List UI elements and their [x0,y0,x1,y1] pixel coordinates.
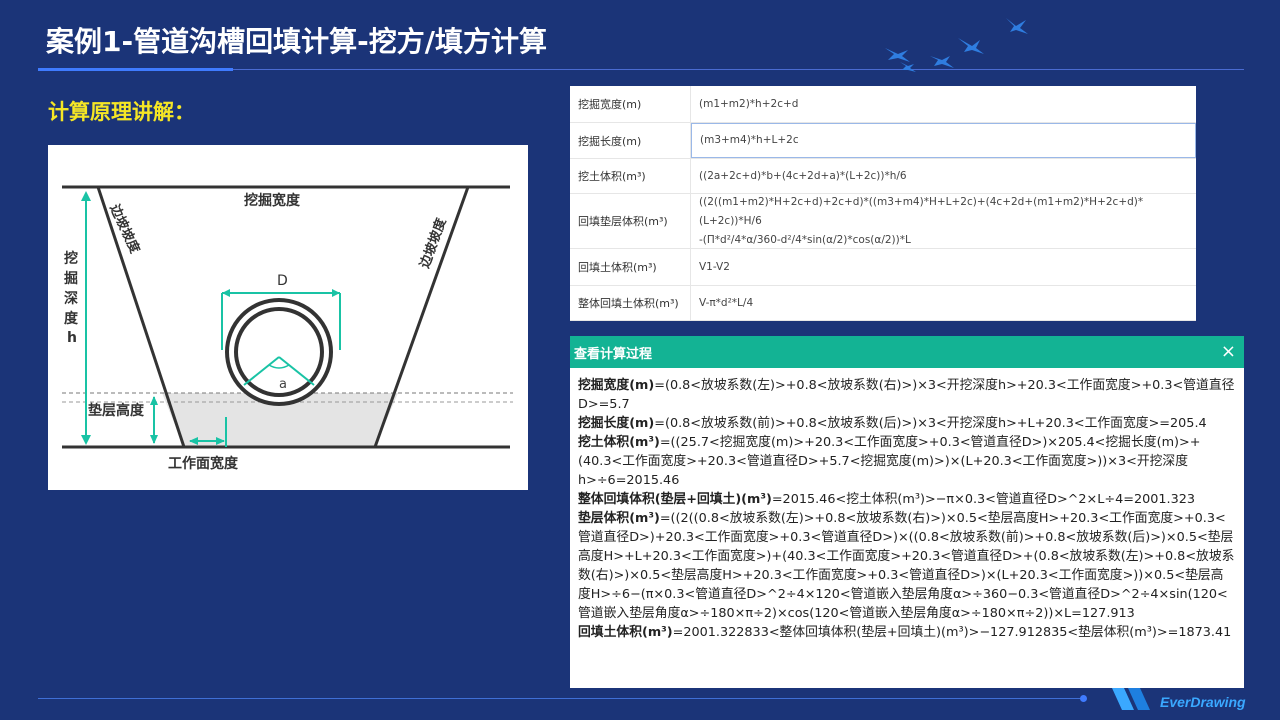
label-bedding-height: 垫层高度 [88,402,145,419]
formula-input[interactable]: ((2a+2c+d)*b+(4c+2d+a)*(L+2c))*h/6 [691,159,1196,193]
table-row: 挖掘宽度(m) (m1+m2)*h+2c+d [570,86,1196,123]
formula-input[interactable]: V-π*d²*L/4 [691,286,1196,320]
calc-entry: 挖土体积(m³)=((25.7<挖掘宽度(m)>+20.3<工作面宽度>+0.3… [578,433,1236,490]
formula-text: V-π*d²*L/4 [699,296,754,309]
calc-entry-name: 挖掘宽度(m) [578,378,655,393]
calc-entry-expr: =(0.8<放坡系数(前)>+0.8<放坡系数(后)>)×3<开挖深度h>+L+… [654,416,1207,431]
table-row: 回填土体积(m³) V1-V2 [570,249,1196,286]
row-label: 挖土体积(m³) [570,159,691,193]
row-label: 回填土体积(m³) [570,249,691,285]
label-pipe-diameter: D [277,273,288,289]
calc-entry-name: 垫层体积(m³) [578,511,660,526]
row-label: 挖掘宽度(m) [570,86,691,122]
calc-entry-expr: =2001.322833<整体回填体积(垫层+回填土)(m³)>−127.912… [672,625,1232,640]
company-logo-text: EverDrawing [1160,694,1246,710]
calc-entry: 整体回填体积(垫层+回填土)(m³)=2015.46<挖土体积(m³)>−π×0… [578,490,1236,509]
birds-decoration-icon [885,18,1028,72]
label-work-width: 工作面宽度 [168,455,239,472]
trench-diagram: 挖掘宽度 边坡坡度 边坡坡度 挖 掘 深 度 h D a 垫层高度 工作面宽度 [48,145,528,490]
calculation-process-dialog: 查看计算过程 × 挖掘宽度(m)=(0.8<放坡系数(左)>+0.8<放坡系数(… [570,336,1244,688]
formula-input[interactable]: (m3+m4)*h+L+2c [691,123,1196,158]
dialog-header: 查看计算过程 × [570,336,1244,368]
calc-entry-expr: =(0.8<放坡系数(左)>+0.8<放坡系数(右)>)×3<开挖深度h>+20… [578,378,1235,412]
calc-entry-expr: =2015.46<挖土体积(m³)>−π×0.3<管道直径D>^2×L÷4=20… [771,492,1196,507]
calc-entry: 挖掘宽度(m)=(0.8<放坡系数(左)>+0.8<放坡系数(右)>)×3<开挖… [578,376,1236,414]
row-label: 整体回填土体积(m³) [570,286,691,320]
calc-entry-name: 整体回填体积(垫层+回填土)(m³) [578,492,772,507]
table-row: 挖土体积(m³) ((2a+2c+d)*b+(4c+2d+a)*(L+2c))*… [570,159,1196,194]
label-depth-1: 挖 [64,250,78,267]
dialog-body: 挖掘宽度(m)=(0.8<放坡系数(左)>+0.8<放坡系数(右)>)×3<开挖… [570,368,1244,642]
formula-input[interactable]: (m1+m2)*h+2c+d [691,86,1196,122]
label-depth-3: 深 [64,290,78,307]
table-row: 整体回填土体积(m³) V-π*d²*L/4 [570,286,1196,321]
calc-entry-name: 回填土体积(m³) [578,625,673,640]
footer-divider [38,698,1084,699]
label-depth-4: 度 [64,310,79,327]
formula-text: ((2((m1+m2)*H+2c+d)+2c+d)*((m3+m4)*H+L+2… [699,195,1144,227]
company-logo-icon [1112,688,1150,710]
formula-text: -(Π*d²/4*α/360-d²/4*sin(α/2)*cos(α/2))*L [699,233,911,246]
label-depth-2: 掘 [64,270,78,287]
formula-text: (m1+m2)*h+2c+d [699,97,799,110]
calc-entry-name: 挖掘长度(m) [578,416,655,431]
close-icon[interactable]: × [1221,343,1236,361]
calc-entry-name: 挖土体积(m³) [578,435,660,450]
row-label: 挖掘长度(m) [570,123,691,158]
label-depth-5: h [67,330,77,346]
dialog-title: 查看计算过程 [574,346,653,362]
calc-entry: 挖掘长度(m)=(0.8<放坡系数(前)>+0.8<放坡系数(后)>)×3<开挖… [578,414,1236,433]
label-slope-right: 边坡坡度 [416,215,450,271]
table-row: 回填垫层体积(m³) ((2((m1+m2)*H+2c+d)+2c+d)*((m… [570,194,1196,249]
formula-text: V1-V2 [699,260,730,273]
calc-entry: 回填土体积(m³)=2001.322833<整体回填体积(垫层+回填土)(m³)… [578,623,1236,642]
formula-input[interactable]: V1-V2 [691,249,1196,285]
row-label: 回填垫层体积(m³) [570,194,691,248]
formula-input[interactable]: ((2((m1+m2)*H+2c+d)+2c+d)*((m3+m4)*H+L+2… [691,194,1196,248]
trench-diagram-svg: 挖掘宽度 边坡坡度 边坡坡度 挖 掘 深 度 h D a 垫层高度 工作面宽度 [62,185,513,472]
formula-table: 挖掘宽度(m) (m1+m2)*h+2c+d 挖掘长度(m) (m3+m4)*h… [570,86,1196,321]
label-angle: a [279,377,287,392]
calc-entry: 垫层体积(m³)=((2((0.8<放坡系数(左)>+0.8<放坡系数(右)>)… [578,509,1236,623]
label-dig-width: 挖掘宽度 [244,192,301,209]
title-divider-accent [38,68,233,71]
formula-text: (m3+m4)*h+L+2c [700,134,799,146]
calc-entry-expr: =((2((0.8<放坡系数(左)>+0.8<放坡系数(右)>)×0.5<垫层高… [578,511,1235,621]
formula-text: ((2a+2c+d)*b+(4c+2d+a)*(L+2c))*h/6 [699,169,907,182]
section-subtitle: 计算原理讲解： [48,100,195,124]
table-row: 挖掘长度(m) (m3+m4)*h+L+2c [570,123,1196,159]
footer-divider-dot [1080,695,1087,702]
calc-entry-expr: =((25.7<挖掘宽度(m)>+20.3<工作面宽度>+0.3<管道直径D>)… [578,435,1201,488]
slide-title: 案例1-管道沟槽回填计算-挖方/填方计算 [46,25,547,58]
